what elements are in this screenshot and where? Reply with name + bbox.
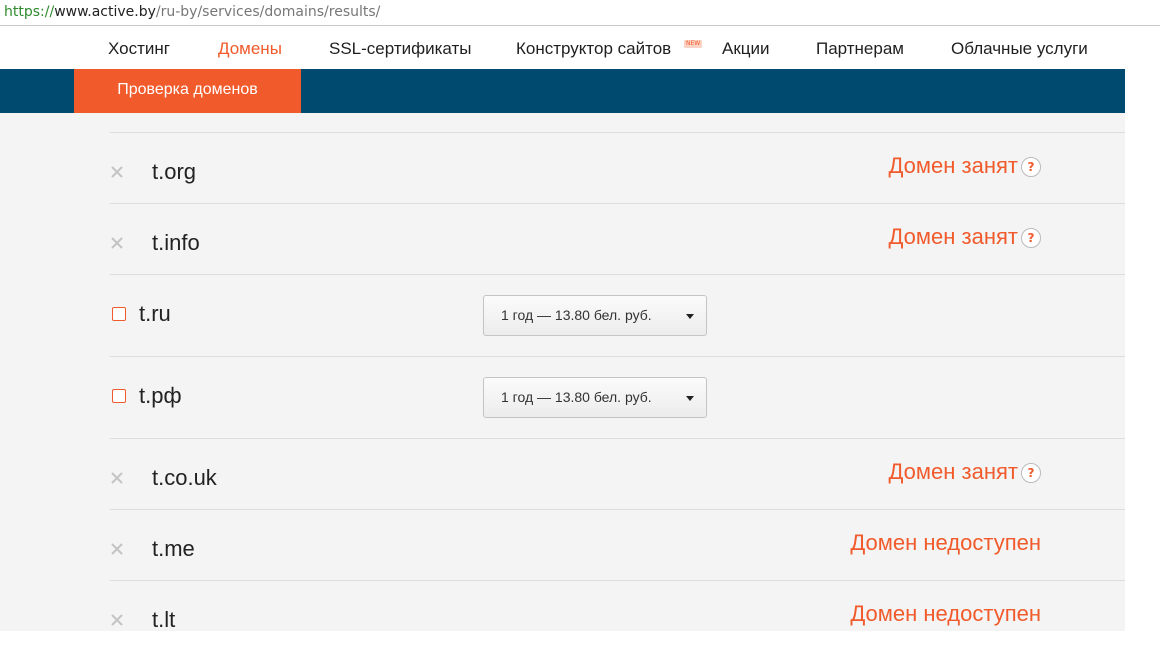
period-select[interactable]: 1 год — 13.80 бел. руб. <box>483 295 707 336</box>
help-icon[interactable]: ? <box>1021 157 1041 177</box>
status-label: Домен занят <box>888 224 1018 249</box>
status-text: Домен занят? <box>889 224 1041 250</box>
result-row: t.co.uk Домен занят? <box>110 438 1125 509</box>
domain-name: t.co.uk <box>152 465 217 490</box>
chevron-down-icon <box>686 396 694 401</box>
tab-domain-check[interactable]: Проверка доменов <box>74 69 301 113</box>
result-row: t.lt Домен недоступен <box>110 580 1125 631</box>
period-select[interactable]: 1 год — 13.80 бел. руб. <box>483 377 707 418</box>
domain-name: t.ru <box>139 301 171 326</box>
close-icon[interactable] <box>110 471 124 485</box>
status-text: Домен занят? <box>889 459 1041 485</box>
status-text: Домен занят? <box>889 153 1041 179</box>
nav-item-cloud[interactable]: Облачные услуги <box>951 39 1088 59</box>
sub-nav: Проверка доменов <box>0 69 1125 113</box>
result-row: t.org Домен занят? <box>110 132 1125 203</box>
help-icon[interactable]: ? <box>1021 228 1041 248</box>
nav-item-promotions[interactable]: Акции <box>722 39 770 59</box>
url-scheme: https:// <box>4 4 55 20</box>
domain-name: t.info <box>152 230 200 255</box>
url-path: /ru-by/services/domains/results/ <box>155 4 381 20</box>
domain-name: t.org <box>152 159 197 184</box>
domain-name: t.рф <box>139 383 182 408</box>
domain-name: t.lt <box>152 607 176 631</box>
bottom-strip <box>0 631 1160 651</box>
nav-item-domains[interactable]: Домены <box>218 39 282 59</box>
result-row: t.рф 1 год — 13.80 бел. руб. <box>110 356 1125 438</box>
domain-checkbox[interactable] <box>112 307 126 321</box>
address-bar[interactable]: https://www.active.by/ru-by/services/dom… <box>0 0 1160 26</box>
close-icon[interactable] <box>110 542 124 556</box>
chevron-down-icon <box>686 314 694 319</box>
url-host: www.active.by <box>54 4 156 20</box>
period-select-value: 1 год — 13.80 бел. руб. <box>501 389 652 405</box>
domain-name: t.me <box>152 536 195 561</box>
period-select-value: 1 год — 13.80 бел. руб. <box>501 307 652 323</box>
page: Хостинг Домены SSL-сертификаты Конструкт… <box>0 27 1125 631</box>
result-row: t.ru 1 год — 13.80 бел. руб. <box>110 274 1125 356</box>
close-icon[interactable] <box>110 165 124 179</box>
close-icon[interactable] <box>110 236 124 250</box>
nav-item-hosting[interactable]: Хостинг <box>108 39 170 59</box>
status-text: Домен недоступен <box>850 601 1041 626</box>
help-icon[interactable]: ? <box>1021 463 1041 483</box>
nav-item-ssl[interactable]: SSL-сертификаты <box>329 39 472 59</box>
domain-checkbox[interactable] <box>112 389 126 403</box>
right-gutter <box>1125 27 1160 631</box>
close-icon[interactable] <box>110 613 124 627</box>
results-list: t.org Домен занят? t.info Домен занят? t… <box>110 132 1125 631</box>
top-nav: Хостинг Домены SSL-сертификаты Конструкт… <box>0 27 1125 69</box>
status-label: Домен занят <box>888 153 1018 178</box>
nav-item-site-builder[interactable]: Конструктор сайтов <box>516 39 671 59</box>
new-badge: NEW <box>684 40 703 48</box>
result-row: t.me Домен недоступен <box>110 509 1125 580</box>
nav-item-partners[interactable]: Партнерам <box>816 39 904 59</box>
status-text: Домен недоступен <box>850 530 1041 555</box>
status-label: Домен занят <box>888 459 1018 484</box>
result-row: t.info Домен занят? <box>110 203 1125 274</box>
